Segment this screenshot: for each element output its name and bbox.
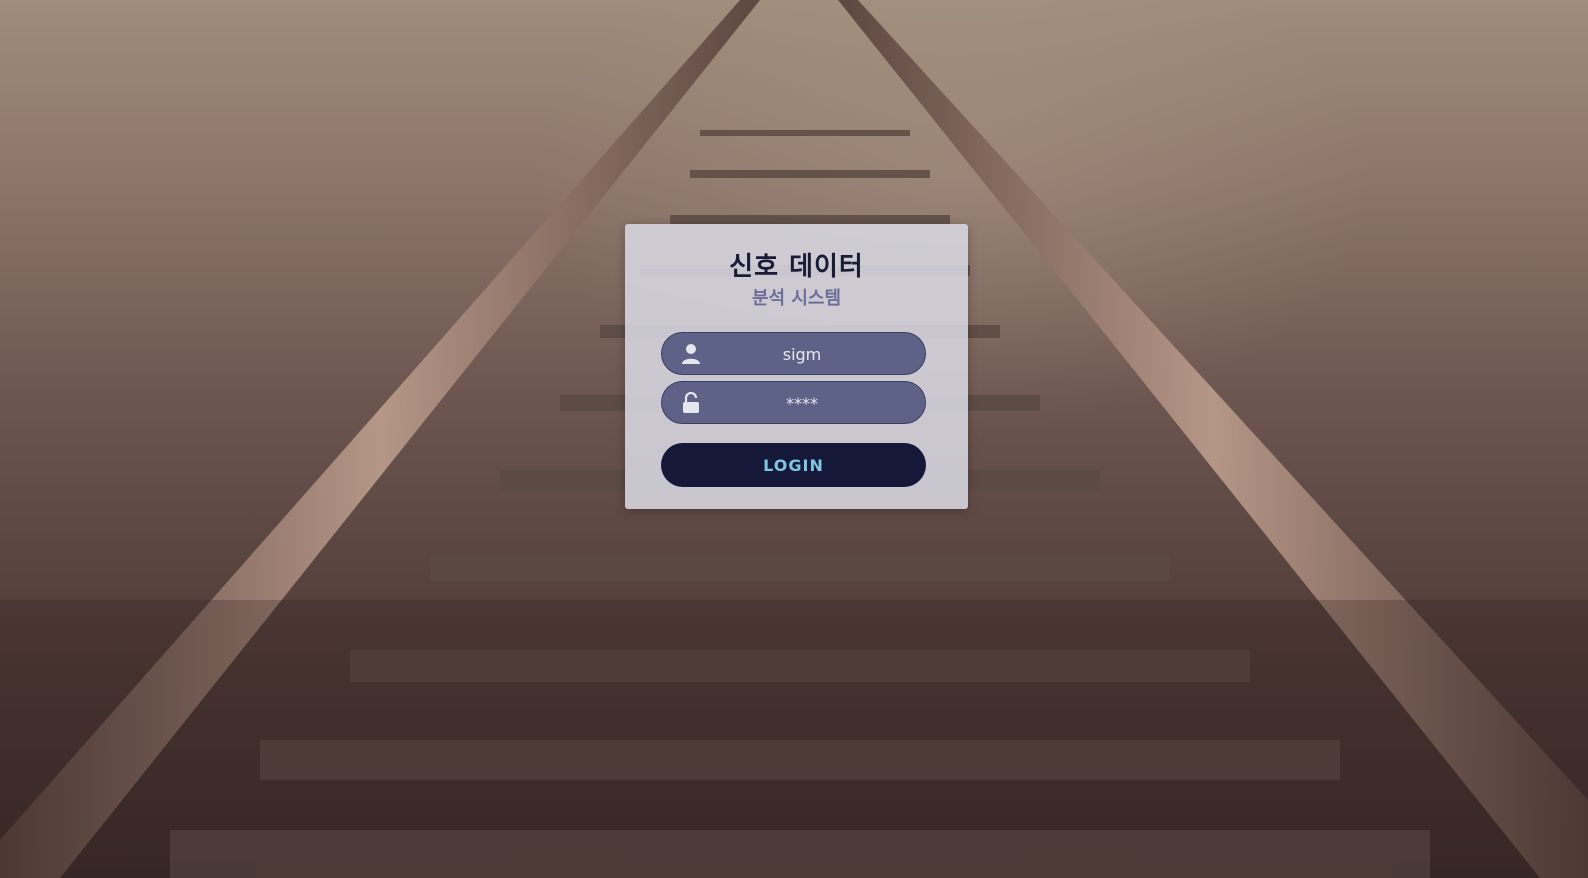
page-title: 신호 데이터: [729, 252, 864, 282]
user-icon: [680, 342, 702, 366]
login-card: 신호 데이터 분석 시스템 LOGIN: [625, 224, 968, 509]
password-input[interactable]: [710, 382, 894, 425]
username-field[interactable]: [661, 332, 926, 376]
username-input[interactable]: [710, 333, 894, 376]
password-field[interactable]: [661, 381, 926, 425]
login-button[interactable]: LOGIN: [661, 443, 926, 487]
page-subtitle: 분석 시스템: [751, 288, 842, 309]
unlock-icon: [680, 391, 702, 415]
